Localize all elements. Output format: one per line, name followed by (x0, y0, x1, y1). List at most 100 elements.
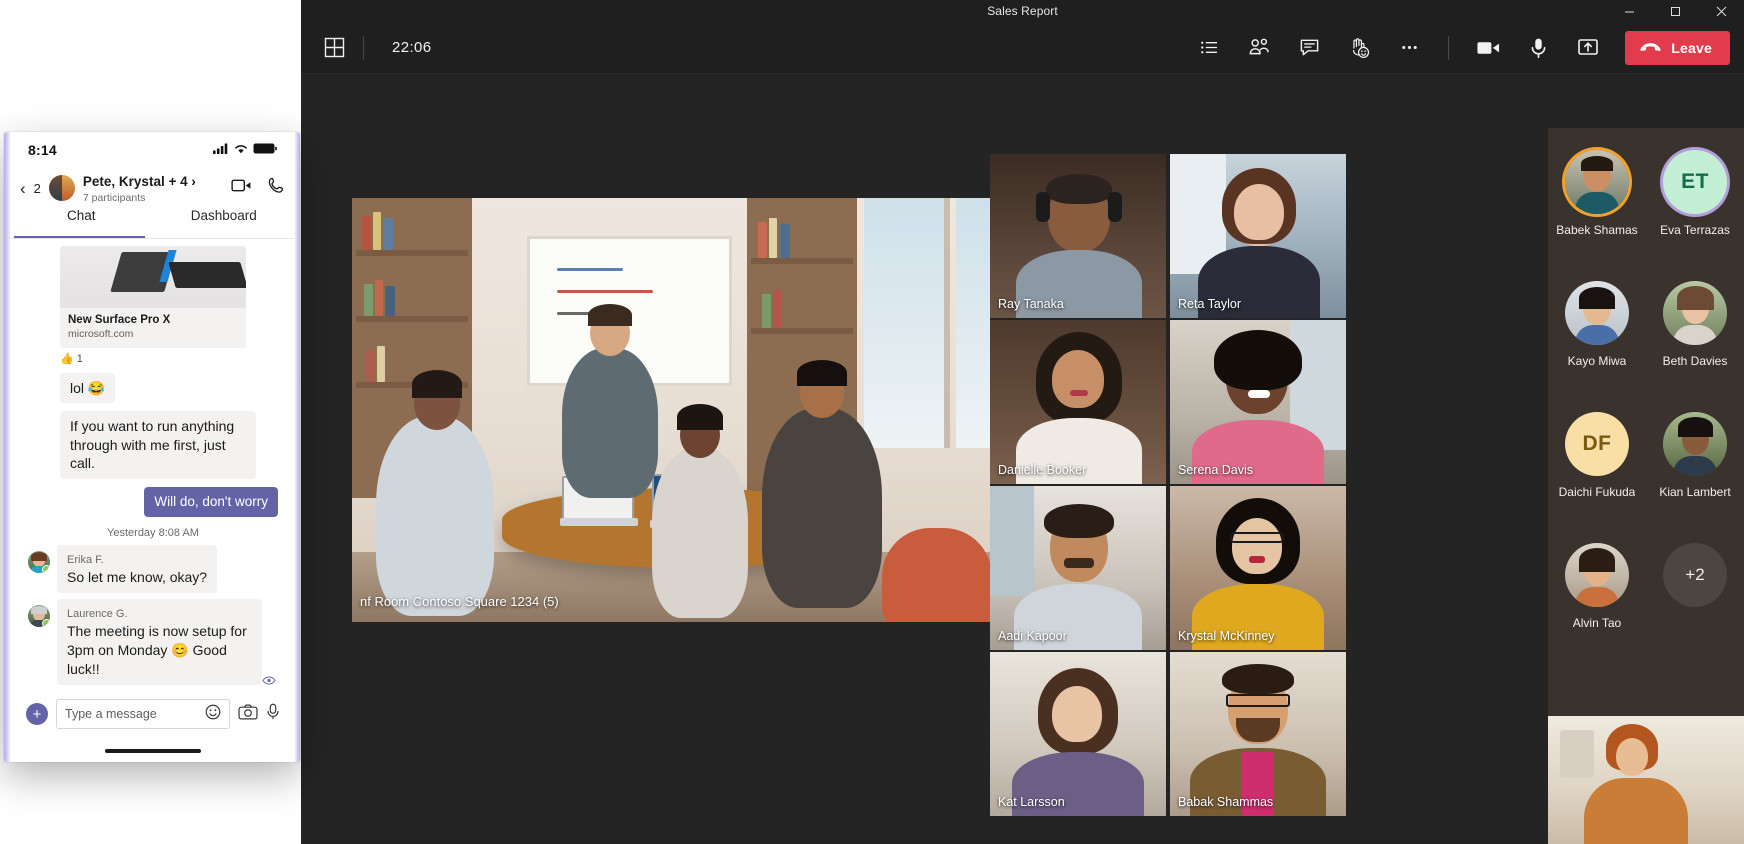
leave-button-label: Leave (1671, 39, 1712, 56)
roster-item-overflow[interactable]: +2 (1646, 535, 1744, 666)
video-tile-ray-tanaka[interactable]: Ray Tanaka (990, 154, 1166, 318)
window-controls (1606, 0, 1744, 22)
phone-call-icon[interactable] (268, 177, 285, 199)
phone-clock: 8:14 (28, 142, 57, 158)
avatar (1663, 412, 1727, 476)
teams-meeting-window: Sales Report 22:06 Leave nf Room Contoso… (301, 0, 1744, 844)
avatar (28, 550, 50, 573)
active-tab-indicator (14, 235, 146, 238)
camera-icon[interactable] (1467, 31, 1509, 65)
avatar-initials: ET (1663, 150, 1727, 214)
phone-status-bar: 8:14 (10, 132, 295, 168)
roster-item-kian-lambert[interactable]: Kian Lambert (1646, 404, 1744, 535)
microphone-icon[interactable] (1517, 31, 1559, 65)
header-divider (10, 238, 295, 239)
roster-item-beth-davies[interactable]: Beth Davies (1646, 273, 1744, 404)
screen: Sales Report 22:06 Leave nf Room Contoso… (0, 0, 1744, 844)
link-preview-title: New Surface Pro X (68, 314, 171, 326)
share-screen-icon[interactable] (1567, 31, 1609, 65)
avatar (1565, 543, 1629, 607)
meeting-clock: 22:06 (392, 39, 432, 56)
video-tile-krystal-mckinney[interactable]: Krystal McKinney (1170, 486, 1346, 650)
roster-item-label: Beth Davies (1662, 354, 1728, 368)
group-avatar[interactable] (48, 175, 75, 201)
video-call-icon[interactable] (231, 178, 252, 198)
window-title: Sales Report (987, 4, 1058, 18)
message-text: The meeting is now setup for 3pm on Mond… (67, 623, 247, 677)
video-tile-babak-shammas[interactable]: Babak Shammas (1170, 652, 1346, 816)
message-timestamp: Yesterday 8:08 AM (107, 526, 199, 539)
message-reaction[interactable]: 👍 1 (60, 352, 278, 365)
message-row-erika[interactable]: Erika F. So let me know, okay? (28, 544, 278, 594)
avatar-initials: DF (1565, 412, 1629, 476)
close-button[interactable] (1698, 0, 1744, 22)
link-preview-card[interactable]: New Surface Pro X microsoft.com (60, 246, 246, 348)
chat-thread[interactable]: New Surface Pro X microsoft.com 👍 1 lol … (16, 242, 290, 690)
message-input[interactable]: Type a message (56, 699, 230, 729)
more-options-icon[interactable] (1388, 31, 1430, 65)
roster-item-label: Alvin Tao (1572, 616, 1622, 630)
tab-chat[interactable]: Chat (10, 208, 153, 238)
emoji-icon[interactable] (205, 704, 221, 725)
video-tile-name: Ray Tanaka (998, 297, 1064, 311)
camera-icon[interactable] (238, 704, 258, 725)
unread-count-badge: 2 (33, 180, 41, 196)
video-tile-name: Danielle Booker (998, 463, 1087, 477)
message-bubble-incoming: Erika F. So let me know, okay? (57, 544, 218, 594)
raise-hand-reactions-icon[interactable] (1338, 31, 1380, 65)
video-tile-name: Serena Davis (1178, 463, 1254, 477)
video-tile-reta-taylor[interactable]: Reta Taylor (1170, 154, 1346, 318)
avatar (28, 605, 50, 628)
video-tile-name: Aadi Kapoor (998, 629, 1067, 643)
wifi-icon (234, 141, 248, 159)
roster-item-label: Daichi Fukuda (1558, 485, 1636, 499)
link-preview-domain: microsoft.com (68, 328, 134, 340)
message-bubble-incoming[interactable]: If you want to run anything through with… (60, 411, 256, 479)
roster-item-eva-terrazas[interactable]: ET Eva Terrazas (1646, 142, 1744, 273)
video-tile-aadi-kapoor[interactable]: Aadi Kapoor (990, 486, 1166, 650)
video-tile-kat-larsson[interactable]: Kat Larsson (990, 652, 1166, 816)
tab-dashboard[interactable]: Dashboard (153, 208, 296, 238)
chat-title-group[interactable]: Pete, Krystal + 4 › 7 participants (83, 173, 215, 204)
message-bubble-outgoing[interactable]: Will do, don't worry (144, 486, 278, 517)
maximize-button[interactable] (1652, 0, 1698, 22)
leave-button[interactable]: Leave (1625, 30, 1730, 65)
self-view-video[interactable] (1548, 716, 1744, 844)
video-tile-serena-davis[interactable]: Serena Davis (1170, 320, 1346, 484)
avatar (1565, 150, 1629, 214)
back-chevron-icon[interactable]: ‹ (20, 180, 26, 197)
presence-available-icon (42, 619, 50, 628)
meeting-stage-area: nf Room Contoso Square 1234 (5) Ray Tana… (301, 74, 1744, 844)
phone-tabs: Chat Dashboard (10, 208, 295, 238)
message-row-laurence[interactable]: Laurence G. The meeting is now setup for… (28, 599, 278, 686)
video-tile-name: Krystal McKinney (1178, 629, 1275, 643)
chat-icon[interactable] (1288, 31, 1330, 65)
seen-eye-icon (262, 676, 276, 688)
roster-item-daichi-fukuda[interactable]: DF Daichi Fukuda (1548, 404, 1646, 535)
message-bubble-incoming[interactable]: lol 😂 (60, 373, 116, 404)
people-icon[interactable] (1238, 31, 1280, 65)
phone-bezel-right (295, 132, 300, 762)
hang-up-icon (1639, 40, 1662, 56)
roster-item-label: Eva Terrazas (1660, 223, 1730, 237)
microphone-icon[interactable] (266, 703, 280, 725)
main-stage-video[interactable]: nf Room Contoso Square 1234 (5) (352, 198, 990, 622)
roster-item-alvin-tao[interactable]: Alvin Tao (1548, 535, 1646, 666)
message-input-placeholder: Type a message (65, 707, 157, 721)
roster-item-babek-shamas[interactable]: Babek Shamas (1548, 142, 1646, 273)
video-tile-name: Reta Taylor (1178, 297, 1241, 311)
roster-item-kayo-miwa[interactable]: Kayo Miwa (1548, 273, 1646, 404)
avatar-initials-text: DF (1582, 432, 1612, 455)
minimize-button[interactable] (1606, 0, 1652, 22)
toolbar-divider-left (363, 35, 364, 60)
add-attachment-icon[interactable]: + (26, 703, 48, 725)
message-sender: Laurence G. (67, 608, 128, 621)
agenda-list-icon[interactable] (1188, 31, 1230, 65)
video-tile-name: Kat Larsson (998, 795, 1065, 809)
meeting-toolbar: 22:06 Leave (301, 22, 1744, 74)
roster-item-label: Kayo Miwa (1567, 354, 1627, 368)
phone-chat-header: ‹ 2 Pete, Krystal + 4 › 7 participants (10, 168, 295, 208)
presence-available-icon (42, 564, 50, 573)
video-tile-danielle-booker[interactable]: Danielle Booker (990, 320, 1166, 484)
grid-view-icon[interactable] (319, 33, 349, 63)
